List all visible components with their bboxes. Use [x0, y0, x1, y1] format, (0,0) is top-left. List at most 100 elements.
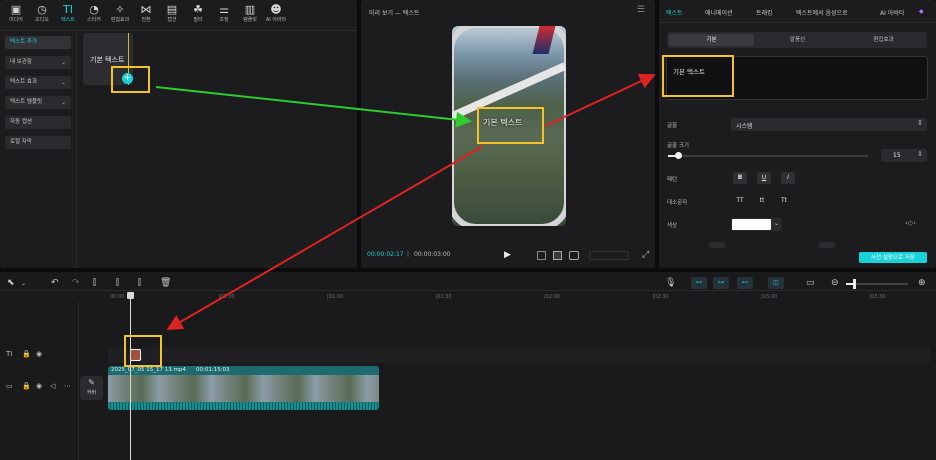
zoom-out-icon[interactable]: ⊖ — [831, 278, 839, 288]
hidden-field-a[interactable] — [709, 242, 725, 248]
snap-icon[interactable]: ⊷ — [737, 277, 753, 289]
pattern-button-2[interactable]: I — [781, 172, 795, 184]
cover-label: 커버 — [86, 390, 97, 396]
font-size-value: 15 — [893, 152, 901, 159]
tab-1[interactable]: 애니메이션 — [705, 8, 733, 17]
current-time: 00:00:02:17 — [367, 251, 404, 258]
font-select-chevron-icon: ⇕ — [917, 119, 923, 127]
pattern-button-0[interactable]: B — [733, 172, 747, 184]
template-icon: ▥ — [244, 3, 256, 16]
split-left-icon[interactable]: ⫿ — [116, 278, 119, 288]
subtab-0[interactable]: 기본 — [669, 34, 754, 46]
video-clip[interactable]: 2025_07_05 15_17 13.mp4 00:01:15:03 — [108, 366, 379, 410]
highlight-text-clip — [124, 335, 162, 367]
font-size-stepper-icon[interactable]: ⇕ — [917, 150, 923, 158]
sidebar-item-4[interactable]: 자동 캡션 — [5, 116, 71, 129]
next-section-row — [667, 242, 857, 248]
toolbar-ai-avatar-button[interactable]: ☻ AI 아바타 — [264, 3, 288, 27]
magnet-icon[interactable]: ⊶ — [713, 277, 729, 289]
play-button[interactable]: ▶ — [504, 250, 511, 260]
sidebar-item-label: 텍스트 효과 — [10, 79, 38, 85]
hidden-field-b[interactable] — [819, 242, 835, 248]
redo-icon[interactable]: ↷ — [72, 278, 80, 288]
text-track-lock-icon[interactable]: 🔒 — [22, 350, 31, 358]
preview-menu-icon[interactable]: ☰ — [637, 5, 645, 15]
tab-3[interactable]: 텍스트에서 음성으로 — [796, 8, 848, 17]
video-track-audio-icon[interactable]: ◁ — [50, 382, 55, 390]
sidebar-item-label: 텍스트 템플릿 — [10, 99, 43, 105]
toolbar-audio-button[interactable]: ◷ 오디오 — [30, 3, 54, 27]
sidebar-item-label: 자동 캡션 — [10, 119, 32, 125]
transition-icon: ⋈ — [140, 3, 152, 16]
toolbar-media-button[interactable]: ▣ 미디어 — [4, 3, 28, 27]
keyframe-icon[interactable]: ‹◇› — [905, 219, 916, 227]
subtab-2[interactable]: 편집효과 — [841, 34, 926, 46]
cover-button[interactable]: ✎ 커버 — [80, 376, 103, 400]
font-size-field[interactable]: 15 ⇕ — [881, 149, 927, 162]
sidebar-item-5[interactable]: 로컬 자막 — [5, 136, 71, 149]
sidebar-item-3[interactable]: 텍스트 템플릿 ⌄ — [5, 96, 71, 109]
toolbar-label: 조정 — [219, 17, 229, 23]
subtab-1[interactable]: 말풍선 — [755, 34, 840, 46]
fullscreen-icon[interactable]: ⤢ — [642, 250, 649, 260]
toolbar-text-button[interactable]: TI 텍스트 — [56, 3, 80, 27]
toolbar-label: 스티커 — [87, 17, 101, 23]
playhead[interactable] — [127, 292, 134, 460]
video-track-visibility-icon[interactable]: ◉ — [36, 382, 42, 390]
adjust-icon: ⚌ — [219, 3, 229, 16]
toolbar-label: 템플릿 — [243, 17, 257, 23]
tab-0[interactable]: 텍스트 — [666, 8, 683, 17]
screen-icon[interactable]: ▭ — [806, 278, 815, 288]
snapshot-icon[interactable] — [553, 251, 562, 260]
clip-duration: 00:01:15:03 — [196, 367, 230, 373]
zoom-in-icon[interactable]: ⊕ — [918, 278, 926, 288]
toolbar-adjust-button[interactable]: ⚌ 조정 — [212, 3, 236, 27]
toolbar-template-button[interactable]: ▥ 템플릿 — [238, 3, 262, 27]
save-preset-button[interactable]: 사전 설정으로 저장 — [859, 252, 927, 263]
tab-4[interactable]: AI 아바타 — [880, 8, 904, 17]
text-icon: TI — [63, 3, 73, 16]
split-icon[interactable]: ⫿ — [93, 278, 96, 288]
video-track-lock-icon[interactable]: 🔒 — [22, 382, 31, 390]
case-button-2[interactable]: Tt — [777, 195, 791, 207]
audio-icon: ◷ — [37, 3, 47, 16]
font-size-slider-knob[interactable] — [675, 152, 682, 159]
font-select[interactable]: 시스템 ⇕ — [731, 118, 927, 131]
split-right-icon[interactable]: ⫿ — [138, 278, 141, 288]
toolbar-caption-button[interactable]: ▤ 캡션 — [160, 3, 184, 27]
sidebar-item-0[interactable]: 텍스트 추가 — [5, 36, 71, 49]
toolbar-filter-button[interactable]: ☘ 필터 — [186, 3, 210, 27]
link-track-icon[interactable]: ⊷ — [691, 277, 707, 289]
toolbar-effects-button[interactable]: ✧ 편집효과 — [108, 3, 132, 27]
font-size-slider[interactable] — [668, 152, 868, 159]
color-picker[interactable]: ⌄ — [731, 218, 782, 231]
sidebar-divider — [76, 30, 77, 268]
video-track-more-icon[interactable]: ⋯ — [64, 382, 71, 390]
playhead-handle[interactable] — [127, 292, 134, 299]
select-dropdown-icon[interactable]: ⌄ — [21, 280, 26, 287]
undo-icon[interactable]: ↶ — [51, 278, 59, 288]
preview-axis-icon[interactable]: ◫ — [768, 277, 784, 289]
toolbar-label: 편집효과 — [110, 17, 130, 23]
ratio-select[interactable] — [589, 251, 629, 260]
sidebar-item-2[interactable]: 텍스트 효과 ⌄ — [5, 76, 71, 89]
font-size-label: 글꼴 크기 — [667, 143, 689, 149]
select-tool-icon[interactable]: ⬉ — [7, 278, 15, 288]
zoom-slider[interactable] — [846, 279, 908, 289]
text-track-visibility-icon[interactable]: ◉ — [36, 350, 42, 358]
pattern-label: 패턴 — [667, 177, 678, 183]
mic-icon[interactable]: 🎙 — [665, 278, 676, 288]
pattern-button-1[interactable]: U — [757, 172, 771, 184]
delete-icon[interactable]: 🗑 — [160, 278, 171, 288]
toolbar-transition-button[interactable]: ⋈ 전환 — [134, 3, 158, 27]
fit-icon[interactable] — [569, 251, 579, 260]
zoom-slider-knob[interactable] — [853, 279, 856, 289]
case-button-1[interactable]: tt — [755, 195, 769, 207]
sidebar-item-1[interactable]: 내 보관함 ⌄ — [5, 56, 71, 69]
crop-icon[interactable] — [537, 251, 546, 260]
sidebar-item-label: 텍스트 추가 — [10, 39, 38, 45]
toolbar-sticker-button[interactable]: ◔ 스티커 — [82, 3, 106, 27]
tab-2[interactable]: 트래킹 — [756, 8, 773, 17]
chevron-down-icon: ⌄ — [60, 59, 66, 66]
case-button-0[interactable]: TT — [733, 195, 747, 207]
